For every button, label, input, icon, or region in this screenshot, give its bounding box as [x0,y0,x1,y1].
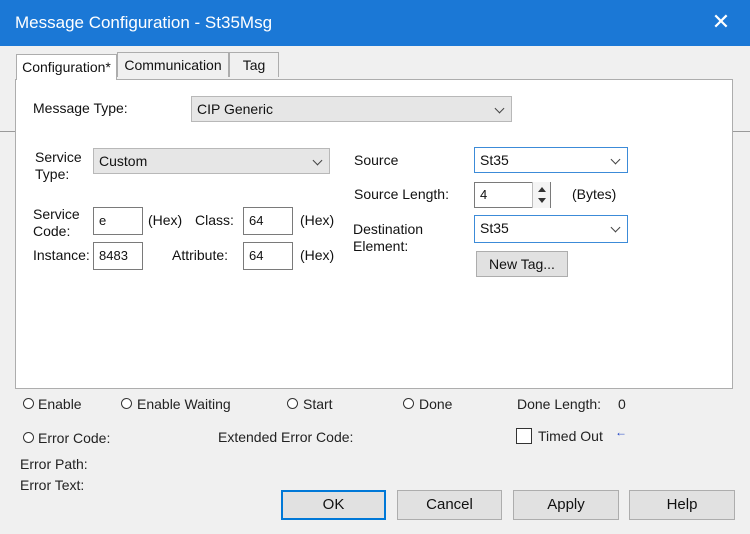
enable-indicator [23,398,34,409]
service-type-dropdown[interactable]: Custom [93,148,330,174]
hex-unit-label: (Hex) [300,212,335,228]
service-code-label: Service [33,206,80,222]
arrow-up-icon [538,187,546,192]
error-code-indicator [23,432,34,443]
hex-unit-label: (Hex) [300,247,335,263]
service-code-label: Code: [33,223,71,239]
destination-label: Element: [353,238,409,254]
tab-communication[interactable]: Communication [117,52,229,77]
message-type-value: CIP Generic [197,101,273,117]
service-type-value: Custom [99,153,148,169]
tab-tag[interactable]: Tag [229,52,279,77]
hex-unit-label: (Hex) [148,212,183,228]
destination-value: St35 [480,220,509,236]
timed-out-checkbox[interactable] [516,428,532,444]
tab-configuration[interactable]: Configuration* [16,54,117,80]
cancel-button[interactable]: Cancel [397,490,502,520]
attribute-field[interactable]: 64 [243,242,293,270]
background-edge-line [733,131,750,132]
spin-up-button[interactable] [533,183,550,195]
attribute-label: Attribute: [172,247,229,263]
chevron-down-icon [312,155,323,166]
ok-button[interactable]: OK [281,490,386,520]
title-bar: Message Configuration - St35Msg ✕ [0,0,750,46]
service-type-label: Type: [35,166,70,182]
message-type-dropdown[interactable]: CIP Generic [191,96,512,122]
source-dropdown[interactable]: St35 [474,147,628,173]
arrow-left-icon: ← [615,425,627,439]
source-length-value: 4 [480,187,488,202]
enable-waiting-label: Enable Waiting [137,396,231,412]
service-code-field[interactable]: e [93,207,143,235]
spin-down-button[interactable] [533,195,550,207]
source-value: St35 [480,152,509,168]
done-label: Done [419,396,453,412]
arrow-down-icon [538,198,546,203]
source-length-label: Source Length: [354,186,449,202]
instance-field[interactable]: 8483 [93,242,143,270]
instance-label: Instance: [33,247,90,263]
chevron-down-icon [494,103,505,114]
bytes-unit-label: (Bytes) [572,186,617,202]
close-icon[interactable]: ✕ [708,9,734,35]
error-text-label: Error Text: [20,477,85,493]
done-length-value: 0 [618,396,626,412]
apply-button[interactable]: Apply [513,490,619,520]
enable-waiting-indicator [121,398,132,409]
start-label: Start [303,396,333,412]
class-label: Class: [195,212,234,228]
service-type-label: Service [35,149,82,165]
destination-element-dropdown[interactable]: St35 [474,215,628,243]
class-field[interactable]: 64 [243,207,293,235]
new-tag-button[interactable]: New Tag... [476,251,568,277]
done-indicator [403,398,414,409]
source-label: Source [354,152,399,168]
error-code-label: Error Code: [38,430,111,446]
window-title: Message Configuration - St35Msg [15,13,273,32]
done-length-label: Done Length: [517,396,602,412]
help-button[interactable]: Help [629,490,735,520]
chevron-down-icon [610,222,621,233]
message-type-label: Message Type: [33,100,128,116]
background-edge-line [0,131,15,132]
enable-label: Enable [38,396,82,412]
extended-error-code-label: Extended Error Code: [218,429,354,445]
error-path-label: Error Path: [20,456,88,472]
chevron-down-icon [610,154,621,165]
timed-out-label: Timed Out [538,428,603,444]
destination-label: Destination [353,221,424,237]
start-indicator [287,398,298,409]
source-length-spinner[interactable] [532,182,550,208]
